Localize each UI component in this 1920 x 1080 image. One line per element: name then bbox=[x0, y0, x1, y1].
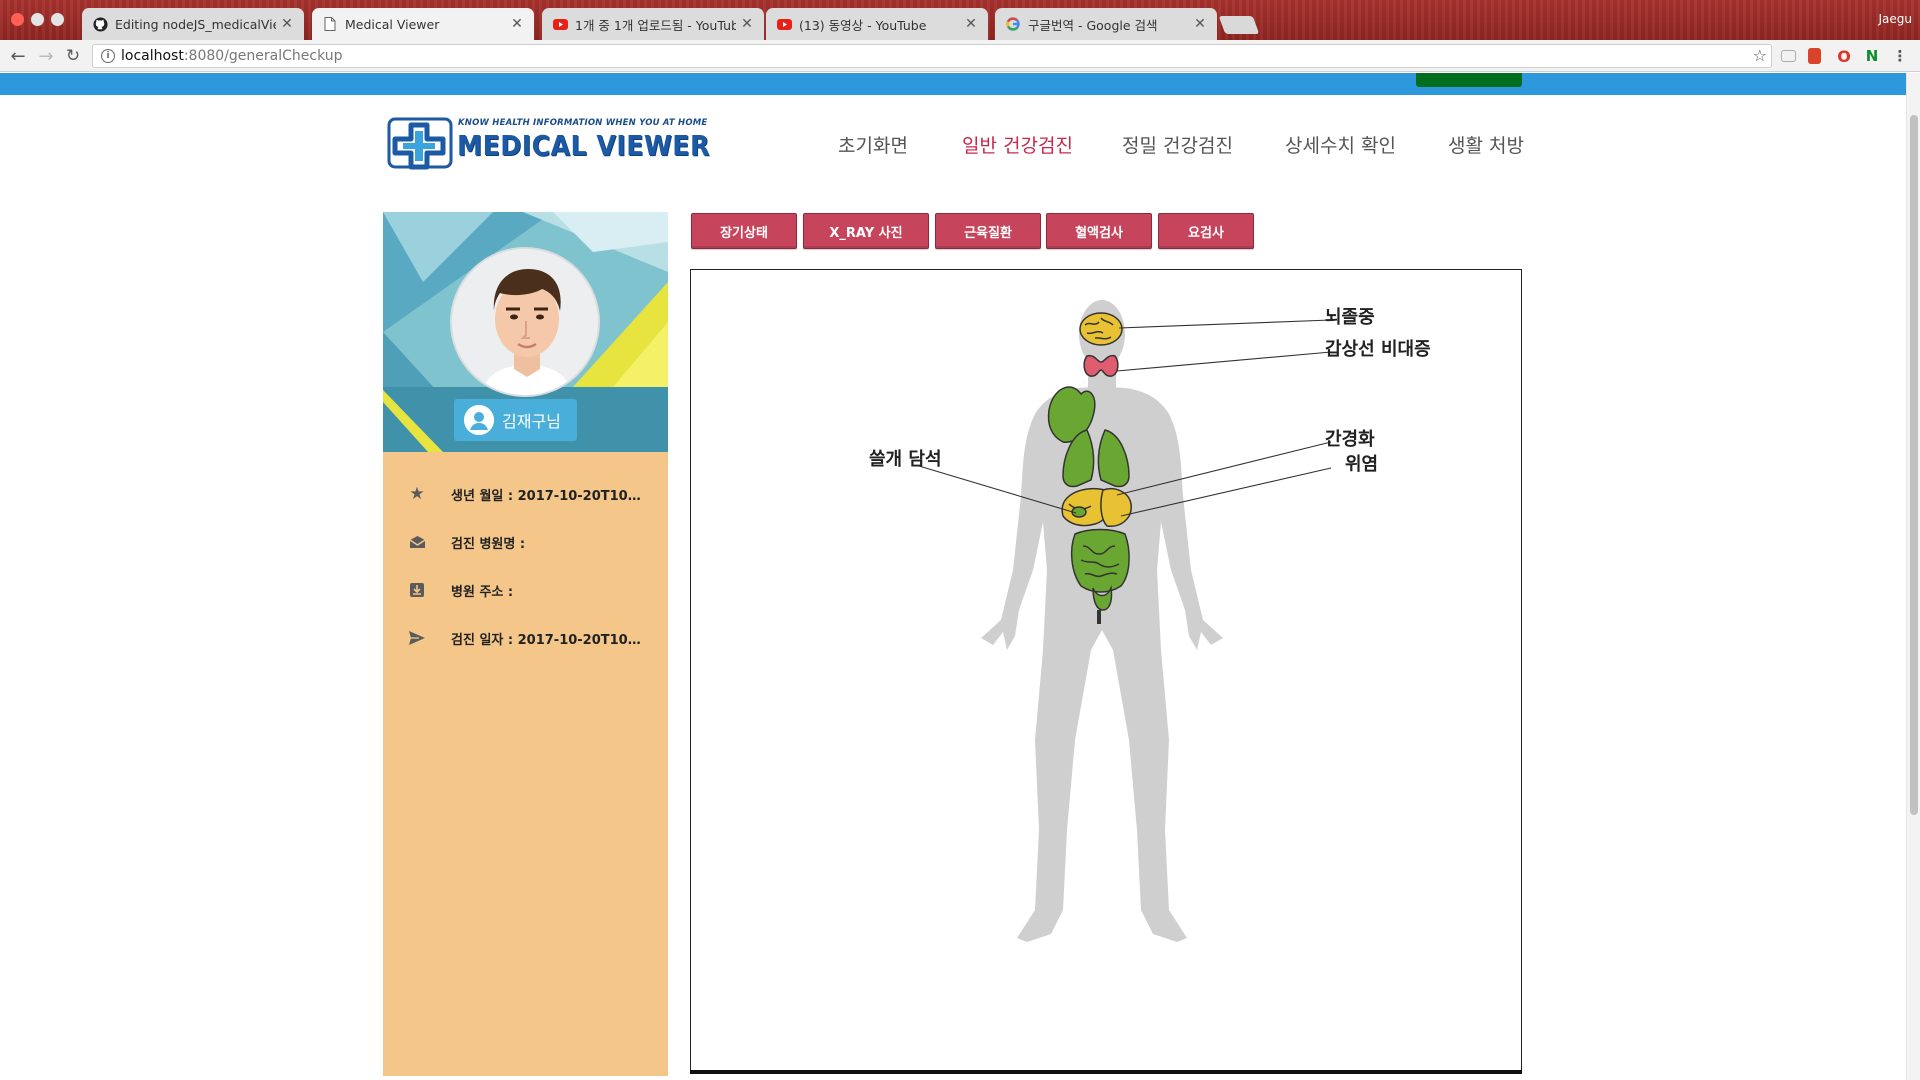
browser-tab-active[interactable]: Medical Viewer ✕ bbox=[312, 8, 534, 40]
label-thyroid[interactable]: 갑상선 비대증 bbox=[1325, 335, 1431, 361]
profile-sidebar: 김재구님 ★ 생년 월일 : 2017-10-20T10:00:00 검진 병원… bbox=[383, 212, 668, 1076]
close-tab-icon[interactable]: ✕ bbox=[740, 16, 754, 32]
human-body-diagram bbox=[918, 300, 1332, 942]
send-icon bbox=[407, 630, 427, 646]
browser-tabstrip: Editing nodeJS_medicalViewer ✕ Medical V… bbox=[0, 0, 1920, 40]
top-banner bbox=[0, 73, 1906, 95]
cast-extension-icon[interactable] bbox=[1781, 50, 1796, 62]
profile-name: 김재구님 bbox=[502, 412, 561, 431]
label-gallstone[interactable]: 쓸개 담석 bbox=[869, 445, 942, 471]
youtube-icon bbox=[552, 16, 568, 32]
tab-blood-test-button[interactable]: 혈액검사 bbox=[1046, 213, 1152, 249]
browser-tab[interactable]: Editing nodeJS_medicalViewer ✕ bbox=[82, 8, 304, 40]
address-bar[interactable]: i localhost:8080/generalCheckup ☆ bbox=[92, 44, 1772, 68]
logo-name: MEDICAL VIEWER bbox=[457, 129, 710, 162]
page-scrollbar-thumb[interactable] bbox=[1910, 115, 1918, 815]
pdf-extension-icon[interactable] bbox=[1808, 48, 1821, 64]
tab-xray-button[interactable]: X_RAY 사진 bbox=[803, 213, 929, 249]
profile-row-checkup-date: 검진 일자 : 2017-10-20T10:00:00 bbox=[383, 618, 668, 658]
top-banner-button[interactable] bbox=[1416, 73, 1522, 87]
envelope-icon bbox=[407, 535, 427, 549]
minimize-window-button[interactable] bbox=[31, 13, 44, 26]
brain-organ bbox=[1079, 312, 1123, 346]
nav-item-detailed-checkup[interactable]: 정밀 건강검진 bbox=[1122, 131, 1233, 158]
profile-row-hospital-name: 검진 병원명 : bbox=[383, 522, 668, 562]
close-tab-icon[interactable]: ✕ bbox=[1193, 16, 1207, 32]
panel-bottom-border bbox=[690, 1070, 1522, 1074]
label-stroke[interactable]: 뇌졸중 bbox=[1325, 303, 1375, 329]
body-diagram-panel: 뇌졸중 갑상선 비대증 간경화 위염 쓸개 담석 bbox=[690, 269, 1522, 1074]
label-cirrhosis[interactable]: 간경화 bbox=[1325, 425, 1375, 451]
bookmark-star-icon[interactable]: ☆ bbox=[1753, 46, 1767, 65]
browser-tab[interactable]: 구글번역 - Google 검색 ✕ bbox=[995, 8, 1217, 40]
close-tab-icon[interactable]: ✕ bbox=[510, 16, 524, 32]
logo-tagline: KNOW HEALTH INFORMATION WHEN YOU AT HOME bbox=[458, 118, 708, 128]
youtube-icon bbox=[776, 16, 792, 32]
close-window-button[interactable] bbox=[11, 13, 24, 26]
profile-name-badge[interactable]: 김재구님 bbox=[454, 399, 577, 441]
new-tab-button[interactable] bbox=[1218, 16, 1260, 34]
user-icon bbox=[464, 405, 494, 435]
browser-profile-name[interactable]: Jaegu bbox=[1879, 12, 1913, 26]
close-tab-icon[interactable]: ✕ bbox=[964, 16, 978, 32]
forward-arrow-icon[interactable]: → bbox=[35, 45, 57, 67]
profile-header: 김재구님 bbox=[383, 212, 668, 452]
label-gastritis[interactable]: 위염 bbox=[1345, 450, 1378, 476]
page-icon bbox=[322, 16, 338, 32]
opera-extension-icon[interactable]: O bbox=[1836, 47, 1852, 66]
github-icon bbox=[92, 16, 108, 32]
nav-item-lifestyle-prescription[interactable]: 생활 처방 bbox=[1448, 131, 1524, 158]
browser-toolbar: ← → ↻ i localhost:8080/generalCheckup ☆ … bbox=[0, 40, 1920, 72]
page-scrollbar[interactable] bbox=[1906, 73, 1920, 1080]
browser-tab[interactable]: 1개 중 1개 업로드됨 - YouTube ✕ bbox=[542, 8, 764, 40]
page-viewport: KNOW HEALTH INFORMATION WHEN YOU AT HOME… bbox=[0, 73, 1906, 1080]
url-host: localhost bbox=[121, 48, 184, 64]
tab-organ-status-button[interactable]: 장기상태 bbox=[691, 213, 797, 249]
back-arrow-icon[interactable]: ← bbox=[7, 45, 29, 67]
nav-item-general-checkup[interactable]: 일반 건강검진 bbox=[962, 131, 1073, 158]
profile-avatar bbox=[450, 247, 600, 397]
url-path: :8080/generalCheckup bbox=[183, 48, 343, 64]
zoom-window-button[interactable] bbox=[51, 13, 64, 26]
body-silhouette bbox=[981, 300, 1223, 942]
tab-muscle-disease-button[interactable]: 근육질환 bbox=[935, 213, 1041, 249]
nav-item-home[interactable]: 초기화면 bbox=[838, 131, 908, 158]
google-icon bbox=[1005, 16, 1021, 32]
nav-item-detail-values[interactable]: 상세수치 확인 bbox=[1285, 131, 1396, 158]
browser-tab[interactable]: (13) 동영상 - YouTube ✕ bbox=[766, 8, 988, 40]
medical-cross-logo-icon bbox=[387, 117, 453, 170]
reload-icon[interactable]: ↻ bbox=[62, 45, 84, 67]
star-icon: ★ bbox=[409, 484, 425, 504]
close-tab-icon[interactable]: ✕ bbox=[280, 16, 294, 32]
info-icon[interactable]: i bbox=[101, 49, 115, 63]
menu-kebab-icon[interactable]: ⋮ bbox=[1892, 47, 1908, 65]
tab-urine-test-button[interactable]: 요검사 bbox=[1158, 213, 1254, 249]
site-logo[interactable]: KNOW HEALTH INFORMATION WHEN YOU AT HOME… bbox=[386, 115, 709, 175]
profile-row-birthdate: ★ 생년 월일 : 2017-10-20T10:00:00 bbox=[383, 474, 668, 514]
n-extension-icon[interactable]: N bbox=[1864, 47, 1880, 65]
download-box-icon bbox=[407, 582, 427, 598]
profile-row-hospital-address: 병원 주소 : bbox=[383, 570, 668, 610]
